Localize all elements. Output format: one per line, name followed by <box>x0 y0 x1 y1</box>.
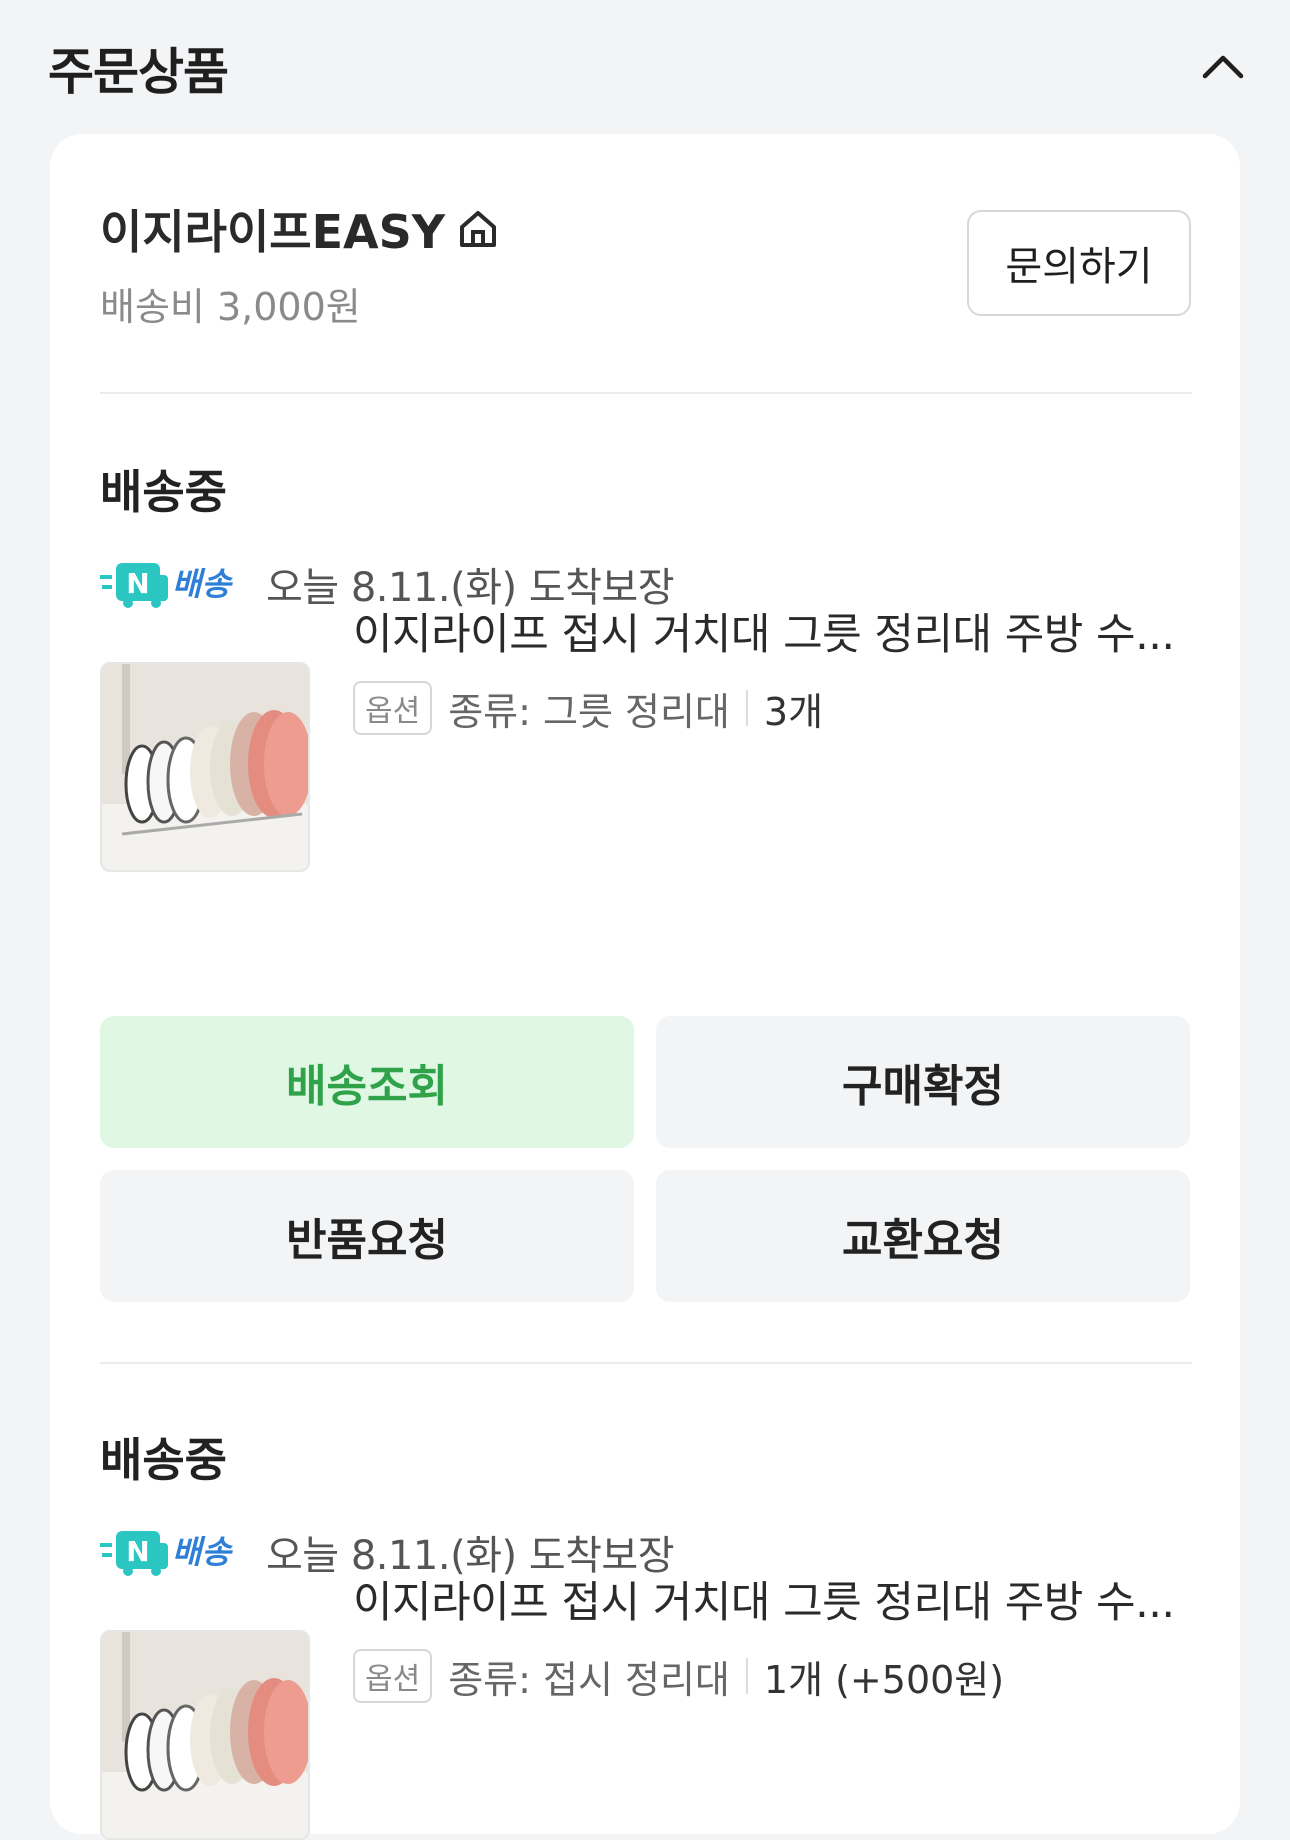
product-name[interactable]: 이지라이프 접시 거치대 그릇 정리대 주방 수... <box>353 600 1198 662</box>
section-title: 주문상품 <box>48 43 229 101</box>
order-status: 배송중 <box>100 1433 227 1487</box>
chevron-up-icon <box>1202 55 1244 79</box>
dish-rack-image <box>102 1632 308 1838</box>
section-header: 주문상품 <box>0 0 1290 130</box>
seller-header[interactable]: 이지라이프EASY <box>100 196 501 262</box>
shipping-fee: 배송비 3,000원 <box>100 285 361 329</box>
order-card: 이지라이프EASY 배송비 3,000원 문의하기 배송중 N 배송 오늘 8.… <box>50 134 1240 1840</box>
product-option: 옵션 종류: 접시 정리대 1개 (+500원) <box>353 1648 1004 1704</box>
product-name[interactable]: 이지라이프 접시 거치대 그릇 정리대 주방 수... <box>353 1568 1198 1630</box>
home-icon <box>460 211 497 247</box>
n-delivery-truck-icon: N 배송 <box>100 563 233 608</box>
return-request-button[interactable]: 반품요청 <box>100 1170 634 1302</box>
option-text: 종류: 그릇 정리대 <box>448 689 730 734</box>
seller-name: 이지라이프EASY <box>100 205 446 259</box>
delivery-badge-label: 배송 <box>172 1533 233 1571</box>
n-delivery-truck-icon: N 배송 <box>100 1531 233 1576</box>
svg-text:N: N <box>126 1535 149 1568</box>
option-separator <box>745 1658 748 1694</box>
option-quantity: 1개 (+500원) <box>763 1657 1005 1702</box>
option-separator <box>745 690 748 726</box>
divider <box>100 1362 1192 1364</box>
svg-text:N: N <box>126 567 149 600</box>
exchange-request-button[interactable]: 교환요청 <box>656 1170 1190 1302</box>
product-image[interactable] <box>100 1630 310 1840</box>
track-delivery-button[interactable]: 배송조회 <box>100 1016 634 1148</box>
confirm-purchase-button[interactable]: 구매확정 <box>656 1016 1190 1148</box>
option-tag: 옵션 <box>353 1649 433 1703</box>
product-option: 옵션 종류: 그릇 정리대 3개 <box>353 680 823 736</box>
option-text: 종류: 접시 정리대 <box>448 1657 730 1702</box>
dish-rack-image <box>102 664 308 870</box>
product-image[interactable] <box>100 662 310 872</box>
collapse-button[interactable] <box>1195 38 1251 94</box>
delivery-badge-label: 배송 <box>172 565 233 603</box>
option-quantity: 3개 <box>763 689 824 734</box>
divider <box>100 392 1192 394</box>
option-tag: 옵션 <box>353 681 433 735</box>
inquiry-button[interactable]: 문의하기 <box>967 210 1191 316</box>
order-status: 배송중 <box>100 465 227 519</box>
